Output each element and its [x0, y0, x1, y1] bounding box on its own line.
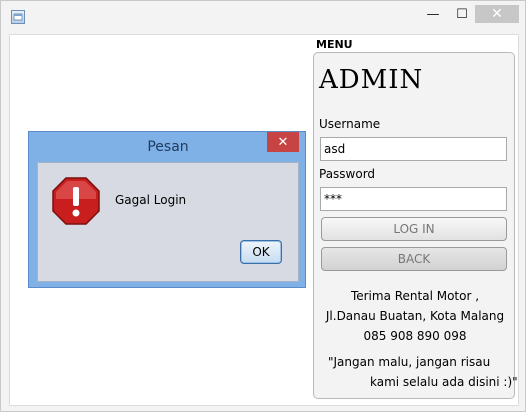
minimize-button[interactable]: — — [421, 5, 445, 23]
menu-label: MENU — [316, 38, 353, 51]
close-icon: ✕ — [277, 134, 289, 150]
username-label: Username — [319, 117, 381, 131]
info-company: Terima Rental Motor , — [350, 289, 480, 303]
dialog-title: Pesan — [147, 139, 189, 155]
error-icon — [52, 177, 100, 228]
ok-button[interactable]: OK — [240, 240, 282, 264]
dialog-close-button[interactable]: ✕ — [267, 132, 299, 152]
maximize-icon: ☐ — [456, 6, 468, 22]
message-dialog: Pesan ✕ Gagal Login OK — [28, 131, 306, 288]
maximize-button[interactable]: ☐ — [450, 5, 474, 23]
close-icon: ✕ — [491, 6, 503, 22]
info-phone: 085 908 890 098 — [363, 329, 467, 343]
username-field[interactable] — [320, 137, 507, 161]
quote-line-1: "Jangan malu, jangan risau — [328, 355, 491, 369]
java-app-icon — [11, 10, 25, 24]
quote-line-2: kami selalu ada disini :)" — [370, 375, 518, 389]
dialog-body: Gagal Login OK — [37, 162, 299, 282]
info-address: Jl.Danau Buatan, Kota Malang — [325, 309, 505, 323]
password-field[interactable] — [320, 187, 507, 211]
title-bar: — ☐ ✕ — [1, 1, 525, 31]
close-button[interactable]: ✕ — [475, 5, 519, 23]
back-button[interactable]: BACK — [321, 247, 507, 271]
panel-title: ADMIN — [319, 65, 424, 95]
login-button[interactable]: LOG IN — [321, 217, 507, 241]
password-label: Password — [319, 167, 376, 181]
dialog-message: Gagal Login — [115, 193, 187, 207]
app-window: — ☐ ✕ MENU ADMIN Username Password LOG I… — [0, 0, 526, 412]
minimize-icon: — — [426, 6, 440, 22]
